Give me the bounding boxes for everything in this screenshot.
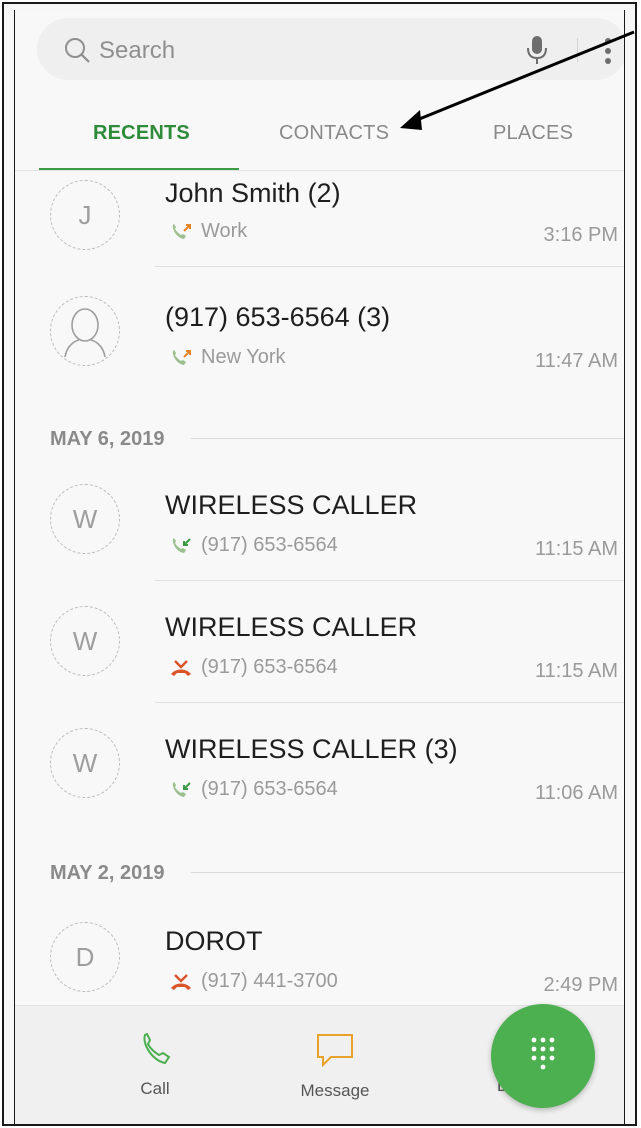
message-button[interactable]: Message <box>287 1032 383 1101</box>
caller-name: WIRELESS CALLER <box>165 612 418 642</box>
call-log-row[interactable]: W WIRELESS CALLER (917) 653-6564 11:15 A… <box>15 590 624 702</box>
call-log-row[interactable]: D DOROT (917) 441-3700 2:49 PM <box>15 904 624 1016</box>
call-label: (917) 441-3700 <box>201 970 338 992</box>
date-header: MAY 6, 2019 <box>50 428 165 450</box>
dialpad-icon <box>531 1037 555 1070</box>
caller-name: WIRELESS CALLER <box>165 490 418 520</box>
avatar: W <box>50 728 120 798</box>
avatar: W <box>50 606 120 676</box>
avatar: W <box>50 484 120 554</box>
call-time: 11:06 AM <box>534 782 618 804</box>
call-time: 11:47 AM <box>534 350 618 372</box>
call-log-row[interactable]: J John Smith (2) Work 3:16 PM <box>15 174 624 286</box>
phone-app: Search RECENTS CONTACTS PLACES J John Sm… <box>14 10 625 1124</box>
call-label: (917) 653-6564 <box>201 656 338 678</box>
avatar <box>50 296 120 366</box>
call-detail: (917) 653-6564 <box>169 778 338 801</box>
call-label: New York <box>201 346 286 368</box>
annotation-arrow <box>400 30 635 130</box>
message-label: Message <box>300 1081 370 1100</box>
date-header-rule <box>191 872 624 873</box>
call-log-row[interactable]: W WIRELESS CALLER (917) 653-6564 11:15 A… <box>15 466 624 578</box>
date-header-rule <box>191 438 624 439</box>
call-time: 11:15 AM <box>534 660 618 682</box>
phone-icon <box>143 1032 171 1065</box>
row-divider <box>155 266 624 267</box>
call-log-row[interactable]: (917) 653-6564 (3) New York 11:47 AM <box>15 282 624 394</box>
missed-call-icon <box>171 659 191 676</box>
call-time: 3:16 PM <box>543 224 618 246</box>
call-log-row[interactable]: W WIRELESS CALLER (3) (917) 653-6564 11:… <box>15 712 624 824</box>
call-label: (917) 653-6564 <box>201 534 338 556</box>
call-detail: (917) 441-3700 <box>169 970 338 993</box>
call-time: 11:15 AM <box>534 538 618 560</box>
call-detail: (917) 653-6564 <box>169 534 338 557</box>
caller-name: DOROT <box>165 926 263 956</box>
call-detail: New York <box>169 346 286 369</box>
avatar: J <box>50 180 120 250</box>
screenshot-frame: Search RECENTS CONTACTS PLACES J John Sm… <box>2 2 637 1126</box>
dialpad-fab[interactable] <box>491 1004 595 1108</box>
caller-name: WIRELESS CALLER (3) <box>165 734 458 764</box>
message-icon <box>317 1034 353 1068</box>
tab-divider <box>15 170 624 171</box>
call-button[interactable]: Call <box>115 1032 195 1099</box>
person-placeholder-icon <box>64 308 106 358</box>
call-detail: Work <box>169 220 247 243</box>
call-time: 2:49 PM <box>543 974 618 996</box>
avatar: D <box>50 922 120 992</box>
date-header: MAY 2, 2019 <box>50 862 165 884</box>
caller-name: (917) 653-6564 (3) <box>165 302 391 332</box>
outgoing-call-icon <box>172 223 191 239</box>
outgoing-call-icon <box>172 349 191 365</box>
call-label: Work <box>201 220 248 242</box>
caller-name: John Smith (2) <box>165 178 341 208</box>
call-label: Call <box>140 1079 170 1098</box>
missed-call-icon <box>171 973 191 990</box>
incoming-call-icon <box>172 781 191 797</box>
row-divider <box>155 580 624 581</box>
call-label: (917) 653-6564 <box>201 778 338 800</box>
row-divider <box>155 702 624 703</box>
incoming-call-icon <box>172 537 191 553</box>
call-detail: (917) 653-6564 <box>169 656 338 679</box>
